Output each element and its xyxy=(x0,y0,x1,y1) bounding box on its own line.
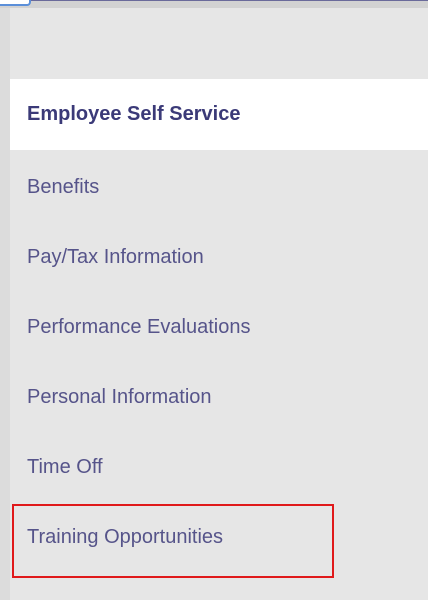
menu-item-performance-evaluations[interactable]: Performance Evaluations xyxy=(10,292,428,362)
menu-item-time-off[interactable]: Time Off xyxy=(10,432,428,502)
top-strip xyxy=(0,0,428,8)
menu-header[interactable]: Employee Self Service xyxy=(10,79,428,150)
tab-edge xyxy=(0,0,31,6)
menu-item-personal-information[interactable]: Personal Information xyxy=(10,362,428,432)
employee-self-service-menu: Employee Self Service Benefits Pay/Tax I… xyxy=(10,8,428,600)
menu-item-pay-tax-information[interactable]: Pay/Tax Information xyxy=(10,222,428,292)
top-divider xyxy=(31,0,428,1)
menu-item-benefits[interactable]: Benefits xyxy=(10,152,428,222)
menu-item-training-opportunities[interactable]: Training Opportunities xyxy=(10,502,428,572)
